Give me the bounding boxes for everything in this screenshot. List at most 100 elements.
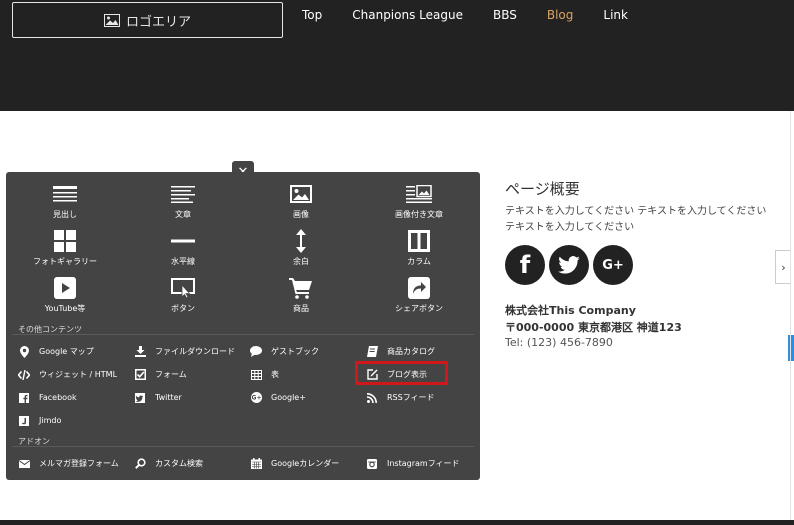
sidebar-description: テキストを入力してください テキストを入力してください テキストを入力してくださ… bbox=[505, 206, 767, 233]
nav-item-champions-league[interactable]: Chanpions League bbox=[352, 8, 463, 22]
side-tab[interactable] bbox=[788, 335, 794, 361]
company-name: 株式会社This Company bbox=[505, 304, 636, 317]
nav-item-top[interactable]: Top bbox=[302, 8, 322, 22]
addon-list: メルマガ登録フォーム カスタム検索 Googleカレンダー Instagramフ… bbox=[18, 452, 480, 475]
item-rss-feed[interactable]: RSSフィード bbox=[366, 386, 480, 409]
youtube-icon bbox=[54, 277, 76, 299]
item-google-plus[interactable]: G+ Google+ bbox=[250, 386, 366, 409]
company-tel: Tel: (123) 456-7890 bbox=[505, 336, 613, 349]
item-label: ファイルダウンロード bbox=[155, 347, 235, 356]
item-product-catalog[interactable]: 商品カタログ bbox=[366, 340, 480, 363]
facebook-icon bbox=[19, 392, 29, 403]
other-contents-list: Google マップ ファイルダウンロード ゲストブック 商品カタログ ウィジェ… bbox=[18, 340, 480, 432]
content-palette: 見出し 文章 画像 画像付き文章 フォトギャラリー 水平線 余白 カラム You… bbox=[6, 172, 480, 480]
item-google-map[interactable]: Google マップ bbox=[18, 340, 134, 363]
hr-icon bbox=[171, 239, 195, 243]
tile-product[interactable]: 商品 bbox=[242, 276, 360, 323]
sidebar-title: ページ概要 bbox=[505, 180, 580, 198]
googleplus-glyph: G+ bbox=[602, 257, 624, 273]
book-icon bbox=[366, 346, 378, 357]
item-custom-search[interactable]: カスタム検索 bbox=[134, 452, 250, 475]
tile-label: 余白 bbox=[293, 257, 309, 266]
image-icon bbox=[290, 185, 312, 203]
item-label: 商品カタログ bbox=[387, 347, 435, 356]
tile-label: 見出し bbox=[53, 210, 77, 219]
share-icon bbox=[408, 277, 430, 299]
item-label: Googleカレンダー bbox=[271, 459, 340, 468]
tile-label: カラム bbox=[407, 257, 431, 266]
instagram-icon bbox=[367, 458, 377, 469]
tile-horizontal-rule[interactable]: 水平線 bbox=[124, 229, 242, 276]
footer-bar bbox=[0, 520, 794, 525]
image-text-icon bbox=[406, 185, 432, 203]
item-label: Jimdo bbox=[39, 416, 62, 425]
tile-label: シェアボタン bbox=[395, 304, 443, 313]
item-label: ゲストブック bbox=[271, 347, 319, 356]
tile-heading[interactable]: 見出し bbox=[6, 182, 124, 229]
comment-icon bbox=[250, 346, 262, 357]
spacer-icon bbox=[296, 229, 306, 253]
divider bbox=[12, 446, 474, 447]
site-header: ロゴエリア Top Chanpions League BBS Blog Link bbox=[0, 0, 794, 111]
nav-item-link[interactable]: Link bbox=[603, 8, 628, 22]
main-nav: Top Chanpions League BBS Blog Link bbox=[302, 8, 628, 22]
item-facebook[interactable]: Facebook bbox=[18, 386, 134, 409]
tile-spacer[interactable]: 余白 bbox=[242, 229, 360, 276]
tile-column[interactable]: カラム bbox=[360, 229, 478, 276]
item-instagram-feed[interactable]: Instagramフィード bbox=[366, 452, 480, 475]
item-label: フォーム bbox=[155, 370, 187, 379]
tile-button[interactable]: ボタン bbox=[124, 276, 242, 323]
nav-item-blog[interactable]: Blog bbox=[547, 8, 574, 22]
item-widget-html[interactable]: ウィジェット / HTML bbox=[18, 363, 134, 386]
item-google-calendar[interactable]: Googleカレンダー bbox=[250, 452, 366, 475]
item-label: カスタム検索 bbox=[155, 459, 203, 468]
jimdo-icon bbox=[19, 415, 29, 426]
item-table[interactable]: 表 bbox=[250, 363, 366, 386]
mail-icon bbox=[18, 459, 30, 468]
twitter-icon[interactable] bbox=[549, 245, 589, 285]
tile-image[interactable]: 画像 bbox=[242, 182, 360, 229]
sidebar-toggle-button[interactable]: › bbox=[775, 250, 791, 284]
googleplus-icon[interactable]: G+ bbox=[593, 245, 633, 285]
item-label: 表 bbox=[271, 370, 279, 379]
item-jimdo[interactable]: Jimdo bbox=[18, 409, 134, 432]
item-form[interactable]: フォーム bbox=[134, 363, 250, 386]
item-guestbook[interactable]: ゲストブック bbox=[250, 340, 366, 363]
item-label: Google+ bbox=[271, 393, 306, 402]
tile-label: フォトギャラリー bbox=[33, 257, 97, 266]
rss-icon bbox=[367, 392, 377, 403]
item-newsletter-form[interactable]: メルマガ登録フォーム bbox=[18, 452, 134, 475]
item-twitter[interactable]: Twitter bbox=[134, 386, 250, 409]
content-tiles: 見出し 文章 画像 画像付き文章 フォトギャラリー 水平線 余白 カラム You… bbox=[6, 182, 480, 323]
map-pin-icon bbox=[19, 345, 29, 358]
tile-image-text[interactable]: 画像付き文章 bbox=[360, 182, 478, 229]
item-label: RSSフィード bbox=[387, 393, 435, 402]
search-icon bbox=[134, 458, 146, 469]
tile-youtube[interactable]: YouTube等 bbox=[6, 276, 124, 323]
download-icon bbox=[134, 346, 146, 357]
cart-icon bbox=[289, 278, 312, 299]
tile-text[interactable]: 文章 bbox=[124, 182, 242, 229]
item-label: Google マップ bbox=[39, 347, 94, 356]
divider bbox=[12, 334, 474, 335]
tile-label: 水平線 bbox=[171, 257, 195, 266]
tile-label: 商品 bbox=[293, 304, 309, 313]
svg-text:G+: G+ bbox=[251, 395, 261, 402]
scrollbar-edge bbox=[790, 111, 791, 525]
code-icon bbox=[18, 369, 30, 380]
item-file-download[interactable]: ファイルダウンロード bbox=[134, 340, 250, 363]
checkbox-icon bbox=[134, 369, 146, 380]
item-label: ウィジェット / HTML bbox=[39, 370, 118, 379]
facebook-icon[interactable]: f bbox=[505, 245, 545, 285]
nav-item-bbs[interactable]: BBS bbox=[493, 8, 517, 22]
tile-label: 画像付き文章 bbox=[395, 210, 443, 219]
item-label: Twitter bbox=[155, 393, 182, 402]
item-label: メルマガ登録フォーム bbox=[39, 459, 119, 468]
button-icon bbox=[171, 278, 195, 298]
image-icon bbox=[103, 13, 120, 27]
tile-gallery[interactable]: フォトギャラリー bbox=[6, 229, 124, 276]
item-label: Facebook bbox=[39, 393, 77, 402]
logo-area[interactable]: ロゴエリア bbox=[12, 2, 283, 38]
table-icon bbox=[250, 369, 262, 380]
tile-share-button[interactable]: シェアボタン bbox=[360, 276, 478, 323]
